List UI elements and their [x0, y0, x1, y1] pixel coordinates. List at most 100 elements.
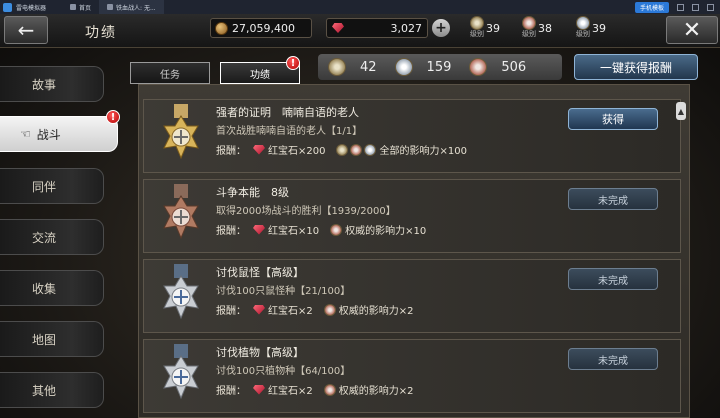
claim-button[interactable]: 获得: [568, 108, 658, 130]
ruby-icon: [253, 224, 265, 235]
sidebar-item-battle[interactable]: ☜ 战斗: [0, 116, 118, 152]
achievement-list[interactable]: 强者的证明 喃喃自语的老人 首次战胜喃喃自语的老人【1/1】 报酬： 红宝石×2…: [138, 84, 690, 418]
bronze-medal-count: 506: [501, 59, 527, 75]
sidebar-item-collection[interactable]: 收集: [0, 270, 104, 306]
incomplete-button[interactable]: 未完成: [568, 348, 658, 370]
medal-gold-icon: [336, 143, 349, 156]
scroll-up-icon[interactable]: ▲: [676, 102, 686, 120]
gem-reward: 红宝石×200: [268, 146, 326, 157]
alert-badge: !: [106, 110, 120, 124]
arrow-left-icon: ←: [17, 18, 35, 42]
reward-label: 报酬：: [216, 386, 246, 397]
pointing-hand-icon: ☜: [20, 127, 31, 141]
gem-counter: 3,027: [326, 18, 428, 38]
gem-reward: 红宝石×2: [268, 386, 313, 397]
page-title: 功绩: [85, 25, 117, 41]
sidebar-item-label: 战斗: [36, 127, 61, 142]
rank-badge-1: 级别 39: [470, 16, 500, 39]
reward-label: 报酬：: [216, 146, 246, 157]
gem-reward: 红宝石×10: [268, 226, 320, 237]
gold-medal-icon: [163, 104, 199, 160]
rank-value: 39: [486, 22, 500, 35]
achievement-desc: 首次战胜喃喃自语的老人【1/1】: [216, 126, 363, 137]
medal-silver-icon: [394, 58, 413, 76]
top-bar: ← 功绩 27,059,400 3,027 + 级别 39 级别 38 级别 3…: [0, 14, 720, 48]
medal-silver-icon: [576, 16, 590, 30]
list-item: 斗争本能 8级 取得2000场战斗的胜利【1939/2000】 报酬： 红宝石×…: [143, 179, 681, 253]
medal-gold-icon: [470, 16, 484, 30]
phone-template-button[interactable]: 手机模板: [634, 1, 669, 13]
rank-value: 38: [538, 22, 552, 35]
rank-value: 39: [592, 22, 606, 35]
emulator-tab-label: 首页: [79, 4, 92, 12]
sidebar-item-map[interactable]: 地图: [0, 321, 104, 357]
influence-reward: 权威的影响力×10: [345, 226, 427, 237]
achievement-title: 讨伐植物【高级】: [216, 346, 304, 359]
maximize-icon[interactable]: [692, 3, 699, 11]
gem-value: 3,027: [390, 21, 423, 35]
list-item: 强者的证明 喃喃自语的老人 首次战胜喃喃自语的老人【1/1】 报酬： 红宝石×2…: [143, 99, 681, 173]
close-window-icon[interactable]: [707, 3, 714, 11]
achievement-title: 强者的证明 喃喃自语的老人: [216, 106, 359, 119]
achievement-reward: 报酬： 红宝石×2 权威的影响力×2: [216, 382, 414, 397]
rank-badge-2: 级别 38: [522, 16, 552, 39]
rank-badge-3: 级别 39: [576, 16, 606, 39]
rank-level-label: 级别: [576, 30, 590, 38]
close-icon: ✕: [682, 17, 702, 43]
medal-silver-icon: [364, 143, 377, 156]
achievement-title: 斗争本能 8级: [216, 186, 289, 199]
incomplete-button[interactable]: 未完成: [568, 188, 658, 210]
emulator-tab-home[interactable]: 首页: [62, 0, 99, 14]
tab-label: 任务: [160, 69, 180, 81]
alert-badge: !: [286, 56, 300, 70]
emulator-tab-game[interactable]: 铁血战人: 无...: [99, 0, 164, 14]
ruby-icon: [253, 144, 265, 155]
scrollbar[interactable]: ▲: [676, 102, 686, 418]
reward-label: 报酬：: [216, 226, 246, 237]
medal-bronze-icon: [469, 58, 488, 76]
tab-tasks[interactable]: 任务: [130, 62, 210, 84]
emulator-tab-label: 铁血战人: 无...: [116, 4, 156, 12]
influence-reward: 权威的影响力×2: [338, 386, 414, 397]
ruby-icon: [253, 384, 265, 395]
sidebar-item-companion[interactable]: 同伴: [0, 168, 104, 204]
reward-label: 报酬：: [216, 306, 246, 317]
sidebar-item-social[interactable]: 交流: [0, 219, 104, 255]
influence-reward: 权威的影响力×2: [338, 306, 414, 317]
silver-medal-icon: [163, 344, 199, 400]
emulator-app-name: 雷电模拟器: [16, 4, 47, 12]
sidebar-item-other[interactable]: 其他: [0, 372, 104, 408]
list-item: 讨伐鼠怪【高级】 讨伐100只鼠怪种【21/100】 报酬： 红宝石×2 权威的…: [143, 259, 681, 333]
silver-medal-count: 159: [426, 59, 452, 75]
achievement-reward: 报酬： 红宝石×2 权威的影响力×2: [216, 302, 414, 317]
bronze-medal-icon: [163, 184, 199, 240]
gem-reward: 红宝石×2: [268, 306, 313, 317]
achievement-reward: 报酬： 红宝石×200 全部的影响力×100: [216, 142, 467, 157]
sidebar-item-label: 交流: [32, 230, 57, 245]
sidebar-item-label: 故事: [32, 77, 57, 92]
medal-red-icon: [522, 16, 536, 30]
ruby-icon: [332, 23, 344, 33]
add-gems-button[interactable]: +: [432, 19, 450, 37]
game-screen: ← 功绩 27,059,400 3,027 + 级别 39 级别 38 级别 3…: [0, 14, 720, 418]
sidebar-item-story[interactable]: 故事: [0, 66, 104, 102]
rank-level-label: 级别: [470, 30, 484, 38]
achievement-desc: 讨伐100只鼠怪种【21/100】: [216, 286, 351, 297]
medal-red-icon: [323, 383, 336, 396]
close-button[interactable]: ✕: [666, 16, 718, 44]
achievement-desc: 讨伐100只植物种【64/100】: [216, 366, 351, 377]
minimize-icon[interactable]: [677, 3, 684, 11]
sidebar-item-label: 其他: [32, 383, 57, 398]
tab-label: 功绩: [250, 69, 270, 81]
medal-summary: 42 159 506: [318, 54, 562, 80]
achievement-reward: 报酬： 红宝石×10 权威的影响力×10: [216, 222, 426, 237]
ruby-icon: [253, 304, 265, 315]
back-button[interactable]: ←: [4, 16, 48, 44]
achievement-title: 讨伐鼠怪【高级】: [216, 266, 304, 279]
home-icon: [70, 4, 77, 10]
sidebar-item-label: 收集: [32, 281, 57, 296]
game-icon: [107, 4, 114, 10]
influence-reward: 全部的影响力×100: [379, 146, 467, 157]
claim-all-rewards-button[interactable]: 一键获得报酬: [574, 54, 698, 80]
incomplete-button[interactable]: 未完成: [568, 268, 658, 290]
